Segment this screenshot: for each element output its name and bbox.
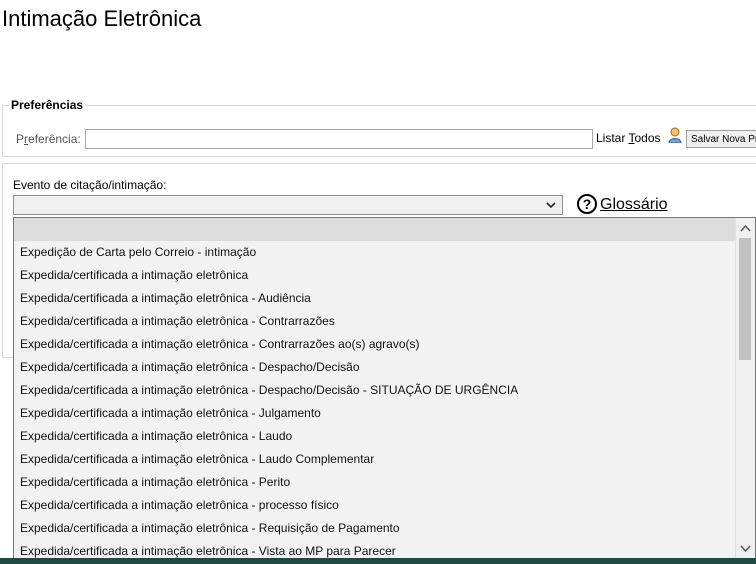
help-icon[interactable]: ? xyxy=(577,194,597,214)
preference-label: Preferência: xyxy=(16,132,81,146)
dropdown-option[interactable]: Expedida/certificada a intimação eletrôn… xyxy=(14,379,736,402)
page-title: Intimação Eletrônica xyxy=(2,6,202,31)
dropdown-option[interactable]: Expedida/certificada a intimação eletrôn… xyxy=(14,264,736,287)
dropdown-option[interactable]: Expedida/certificada a intimação eletrôn… xyxy=(14,471,736,494)
preferences-legend: Preferências xyxy=(9,98,86,112)
scroll-up-icon[interactable] xyxy=(736,220,755,237)
preference-input[interactable] xyxy=(85,129,593,149)
evento-dropdown-list[interactable]: Expedição de Carta pelo Correio - intima… xyxy=(13,217,756,558)
user-icon[interactable] xyxy=(668,127,682,143)
dropdown-option[interactable]: Expedida/certificada a intimação eletrôn… xyxy=(14,402,736,425)
scroll-down-icon[interactable] xyxy=(736,540,755,557)
dropdown-option[interactable]: Expedida/certificada a intimação eletrôn… xyxy=(14,425,736,448)
glossario-link[interactable]: Glossário xyxy=(600,196,668,214)
chevron-down-icon xyxy=(546,202,556,209)
dropdown-option[interactable]: Expedida/certificada a intimação eletrôn… xyxy=(14,333,736,356)
dropdown-scrollbar[interactable] xyxy=(735,218,755,558)
dropdown-option[interactable] xyxy=(14,218,736,241)
dropdown-option[interactable]: Expedida/certificada a intimação eletrôn… xyxy=(14,494,736,517)
save-preference-button[interactable]: Salvar Nova Preferência xyxy=(686,130,756,148)
footer-bar xyxy=(0,558,756,564)
scrollbar-thumb[interactable] xyxy=(739,238,751,360)
listar-todos-link[interactable]: Listar Todos xyxy=(596,131,661,145)
dropdown-option[interactable]: Expedida/certificada a intimação eletrôn… xyxy=(14,540,736,558)
evento-label: Evento de citação/intimação: xyxy=(13,178,167,192)
dropdown-option[interactable]: Expedida/certificada a intimação eletrôn… xyxy=(14,448,736,471)
dropdown-options: Expedição de Carta pelo Correio - intima… xyxy=(14,218,736,558)
dropdown-option[interactable]: Expedição de Carta pelo Correio - intima… xyxy=(14,241,736,264)
dropdown-option[interactable]: Expedida/certificada a intimação eletrôn… xyxy=(14,356,736,379)
dropdown-option[interactable]: Expedida/certificada a intimação eletrôn… xyxy=(14,517,736,540)
dropdown-option[interactable]: Expedida/certificada a intimação eletrôn… xyxy=(14,310,736,333)
evento-select[interactable] xyxy=(13,195,563,215)
dropdown-option[interactable]: Expedida/certificada a intimação eletrôn… xyxy=(14,287,736,310)
